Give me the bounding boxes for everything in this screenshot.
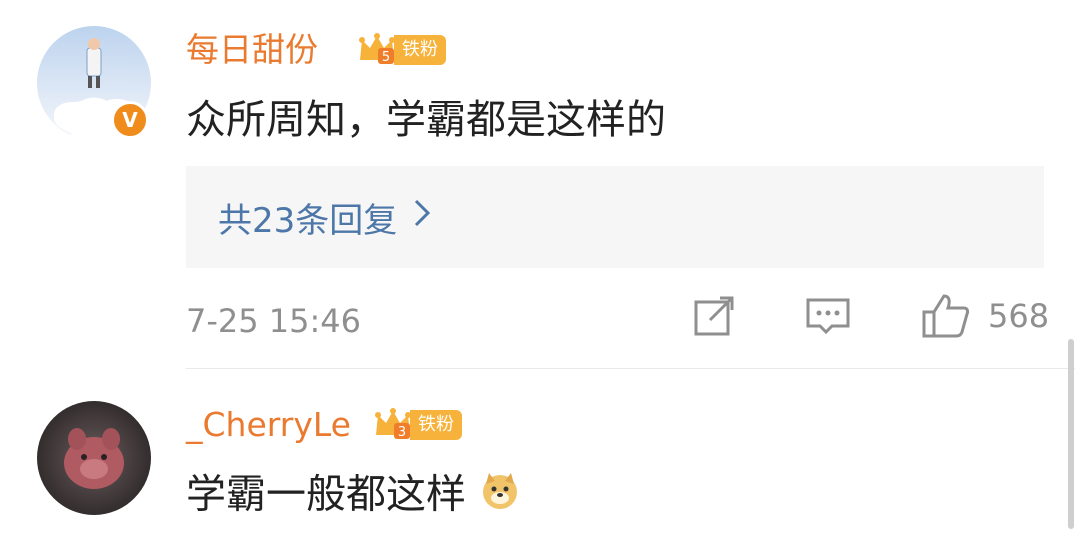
fan-badge[interactable]: 3 铁粉: [372, 405, 462, 445]
comment-actions: 568: [690, 292, 1049, 340]
fan-level: 3: [398, 425, 406, 440]
comment-text-content: 学霸一般都这样: [186, 471, 466, 518]
crown-icon: 3: [372, 405, 414, 445]
comment-text: 学霸一般都这样: [186, 470, 521, 523]
scrollbar[interactable]: [1068, 339, 1074, 529]
fan-badge-label: 铁粉: [410, 410, 462, 440]
view-replies-button[interactable]: 共23条回复: [186, 166, 1044, 268]
comment-icon[interactable]: [804, 292, 852, 340]
fan-badge[interactable]: 5 铁粉: [356, 30, 446, 70]
doge-emoji-icon: [479, 470, 521, 523]
fan-level: 5: [382, 50, 390, 65]
comment-text: 众所周知，学霸都是这样的: [186, 97, 666, 143]
avatar-illustration: [64, 428, 124, 489]
crown-icon: 5: [356, 30, 398, 70]
comment-divider: [186, 368, 1075, 369]
verified-badge: V: [111, 101, 149, 139]
avatar[interactable]: [37, 401, 151, 515]
fan-badge-label: 铁粉: [394, 35, 446, 65]
comment-username[interactable]: _CherryLe: [186, 405, 351, 445]
share-icon[interactable]: [690, 292, 738, 340]
like-icon[interactable]: [920, 292, 972, 340]
comment-username[interactable]: 每日甜份: [186, 30, 318, 70]
replies-count-label: 共23条回复: [218, 200, 398, 241]
chevron-right-icon: [413, 198, 431, 236]
comment-timestamp: 7-25 15:46: [186, 302, 362, 340]
like-count: 568: [988, 297, 1050, 335]
